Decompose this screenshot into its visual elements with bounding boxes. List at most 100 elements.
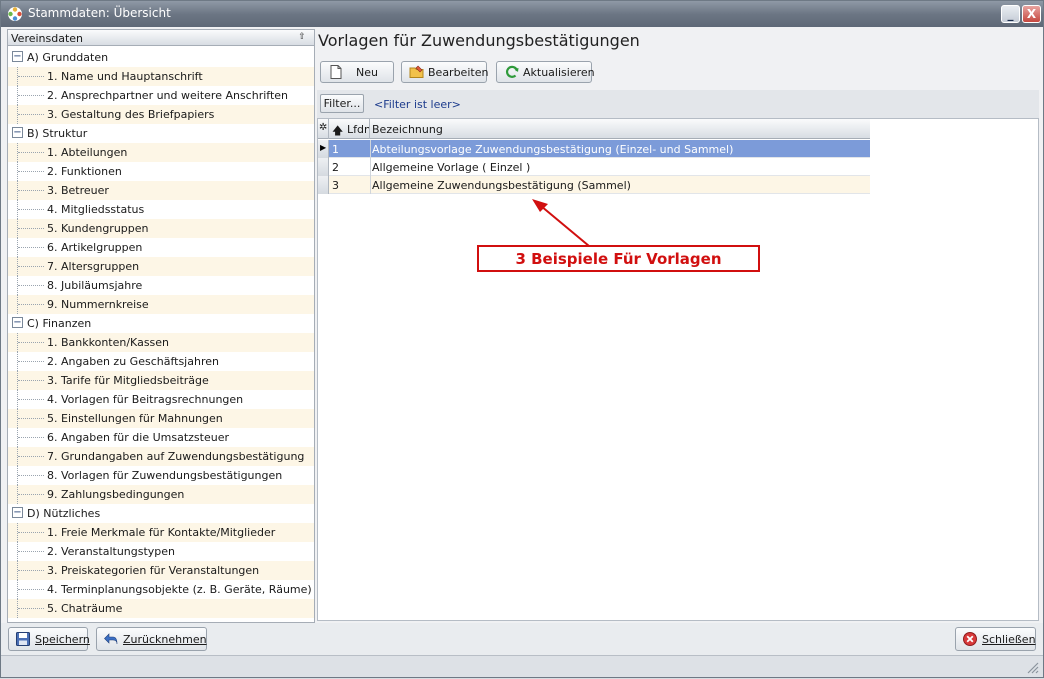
minimize-button[interactable]: _ <box>1001 5 1020 23</box>
undo-arrow-icon <box>104 633 118 645</box>
tree-connector <box>18 437 44 438</box>
tree-group-0[interactable]: − A) Grunddaten <box>8 48 314 67</box>
tree-item-label: 8. Jubiläumsjahre <box>47 279 143 292</box>
tree-connector <box>18 228 44 229</box>
tree-item[interactable]: 1. Name und Hauptanschrift <box>8 67 314 86</box>
tree-item[interactable]: 1. Abteilungen <box>8 143 314 162</box>
tree-connector <box>18 152 44 153</box>
row-selector[interactable]: ▶ <box>318 140 329 158</box>
tree-item[interactable]: 2. Veranstaltungstypen <box>8 542 314 561</box>
undo-button[interactable]: Zurücknehmen <box>96 627 207 651</box>
tree-connector <box>18 532 44 533</box>
tree-connector <box>18 266 44 267</box>
tree-item-label: 7. Grundangaben auf Zuwendungsbestätigun… <box>47 450 305 463</box>
tree-connector <box>18 589 44 590</box>
filter-button[interactable]: Filter... <box>320 94 364 113</box>
tree-group-2[interactable]: − C) Finanzen <box>8 314 314 333</box>
tree-rows: − A) Grunddaten 1. Name und Hauptanschrift… <box>8 48 314 618</box>
tree-item[interactable]: 6. Artikelgruppen <box>8 238 314 257</box>
tree-item[interactable]: 5. Einstellungen für Mahnungen <box>8 409 314 428</box>
tree-item-label: 1. Abteilungen <box>47 146 128 159</box>
tree-item-label: 5. Kundengruppen <box>47 222 149 235</box>
tree-connector <box>18 361 44 362</box>
tree-item[interactable]: 4. Vorlagen für Beitragsrechnungen <box>8 390 314 409</box>
tree-item[interactable]: 4. Terminplanungsobjekte (z. B. Geräte, … <box>8 580 314 599</box>
grid-header-selector[interactable]: ✲ <box>318 119 329 139</box>
tree-item[interactable]: 6. Angaben für die Umsatzsteuer <box>8 428 314 447</box>
collapse-icon[interactable]: − <box>12 507 23 518</box>
tree-connector <box>18 551 44 552</box>
tree-connector <box>18 399 44 400</box>
tree-item[interactable]: 8. Vorlagen für Zuwendungsbestätigungen <box>8 466 314 485</box>
tree-connector <box>18 475 44 476</box>
tree-connector <box>18 247 44 248</box>
column-header-bezeichnung[interactable]: Bezeichnung <box>370 119 870 139</box>
table-row[interactable]: ▶ 1 Abteilungsvorlage Zuwendungsbestätig… <box>318 140 870 158</box>
save-button[interactable]: Speichern <box>8 627 90 651</box>
tree-item[interactable]: 9. Zahlungsbedingungen <box>8 485 314 504</box>
refresh-button[interactable]: Aktualisieren <box>496 61 595 83</box>
tree-group-3[interactable]: − D) Nützliches <box>8 504 314 523</box>
row-selector[interactable] <box>318 176 329 194</box>
collapse-icon[interactable]: − <box>12 317 23 328</box>
refresh-icon <box>506 65 519 78</box>
tree-item[interactable]: 2. Angaben zu Geschäftsjahren <box>8 352 314 371</box>
sort-ascending-icon: 🡅 <box>332 124 344 137</box>
collapse-icon[interactable]: − <box>12 51 23 62</box>
status-bar <box>1 655 1043 677</box>
edit-button[interactable]: Bearbeiten <box>401 61 488 83</box>
tree-item[interactable]: 2. Ansprechpartner und weitere Anschrift… <box>8 86 314 105</box>
filter-status[interactable]: <Filter ist leer> <box>374 98 461 111</box>
tree-item-label: 3. Tarife für Mitgliedsbeiträge <box>47 374 209 387</box>
tree-item[interactable]: 1. Bankkonten/Kassen <box>8 333 314 352</box>
tree-item[interactable]: 4. Mitgliedsstatus <box>8 200 314 219</box>
tree-connector <box>18 95 44 96</box>
tree-item[interactable]: 5. Chaträume <box>8 599 314 618</box>
tree-item[interactable]: 3. Preiskategorien für Veranstaltungen <box>8 561 314 580</box>
tree-item-label: 2. Angaben zu Geschäftsjahren <box>47 355 219 368</box>
tree-item[interactable]: 3. Tarife für Mitgliedsbeiträge <box>8 371 314 390</box>
tree-group-1[interactable]: − B) Struktur <box>8 124 314 143</box>
new-button[interactable]: Neu <box>320 61 394 83</box>
close-circle-icon <box>963 632 977 646</box>
tree-item[interactable]: 7. Grundangaben auf Zuwendungsbestätigun… <box>8 447 314 466</box>
table-row[interactable]: 2 Allgemeine Vorlage ( Einzel ) <box>318 158 870 176</box>
tree-item[interactable]: 2. Funktionen <box>8 162 314 181</box>
close-window-button[interactable]: X <box>1022 5 1041 23</box>
tree-item-label: 2. Funktionen <box>47 165 122 178</box>
tree-item[interactable]: 8. Jubiläumsjahre <box>8 276 314 295</box>
window-title: Stammdaten: Übersicht <box>28 6 171 20</box>
cell-divider <box>370 176 371 194</box>
tree-connector <box>18 209 44 210</box>
tree-item[interactable]: 9. Nummernkreise <box>8 295 314 314</box>
main-window: Stammdaten: Übersicht _ X Vereinsdaten ⇧… <box>0 0 1044 678</box>
tree-connector <box>18 418 44 419</box>
row-selector[interactable] <box>318 158 329 176</box>
tree-group-label: A) Grunddaten <box>27 51 109 64</box>
tree-item[interactable]: 7. Altersgruppen <box>8 257 314 276</box>
tree-connector <box>18 570 44 571</box>
tree-connector <box>18 456 44 457</box>
minimize-icon: _ <box>1007 7 1014 21</box>
tree-item[interactable]: 3. Betreuer <box>8 181 314 200</box>
collapse-icon[interactable]: − <box>12 127 23 138</box>
column-header-lfdnr[interactable]: 🡅 Lfdnr <box>329 119 370 139</box>
tree-connector <box>18 494 44 495</box>
tree-item[interactable]: 3. Gestaltung des Briefpapiers <box>8 105 314 124</box>
pin-icon[interactable]: ⇧ <box>296 31 308 43</box>
tree-item[interactable]: 5. Kundengruppen <box>8 219 314 238</box>
cell-lfdnr: 1 <box>332 143 339 156</box>
folder-edit-icon <box>409 65 424 78</box>
page-title: Vorlagen für Zuwendungsbestätigungen <box>318 31 640 50</box>
cell-lfdnr: 2 <box>332 161 339 174</box>
app-flower-icon <box>8 7 22 21</box>
resize-grip-icon[interactable] <box>1025 660 1039 674</box>
tree-connector <box>18 380 44 381</box>
tree-item-label: 3. Gestaltung des Briefpapiers <box>47 108 215 121</box>
close-button[interactable]: Schließen <box>955 627 1036 651</box>
table-row[interactable]: 3 Allgemeine Zuwendungsbestätigung (Samm… <box>318 176 870 194</box>
tree-connector <box>18 285 44 286</box>
title-bar[interactable]: Stammdaten: Übersicht _ X <box>1 1 1043 27</box>
annotation-text: 3 Beispiele Für Vorlagen <box>515 250 722 268</box>
tree-item[interactable]: 1. Freie Merkmale für Kontakte/Mitgliede… <box>8 523 314 542</box>
